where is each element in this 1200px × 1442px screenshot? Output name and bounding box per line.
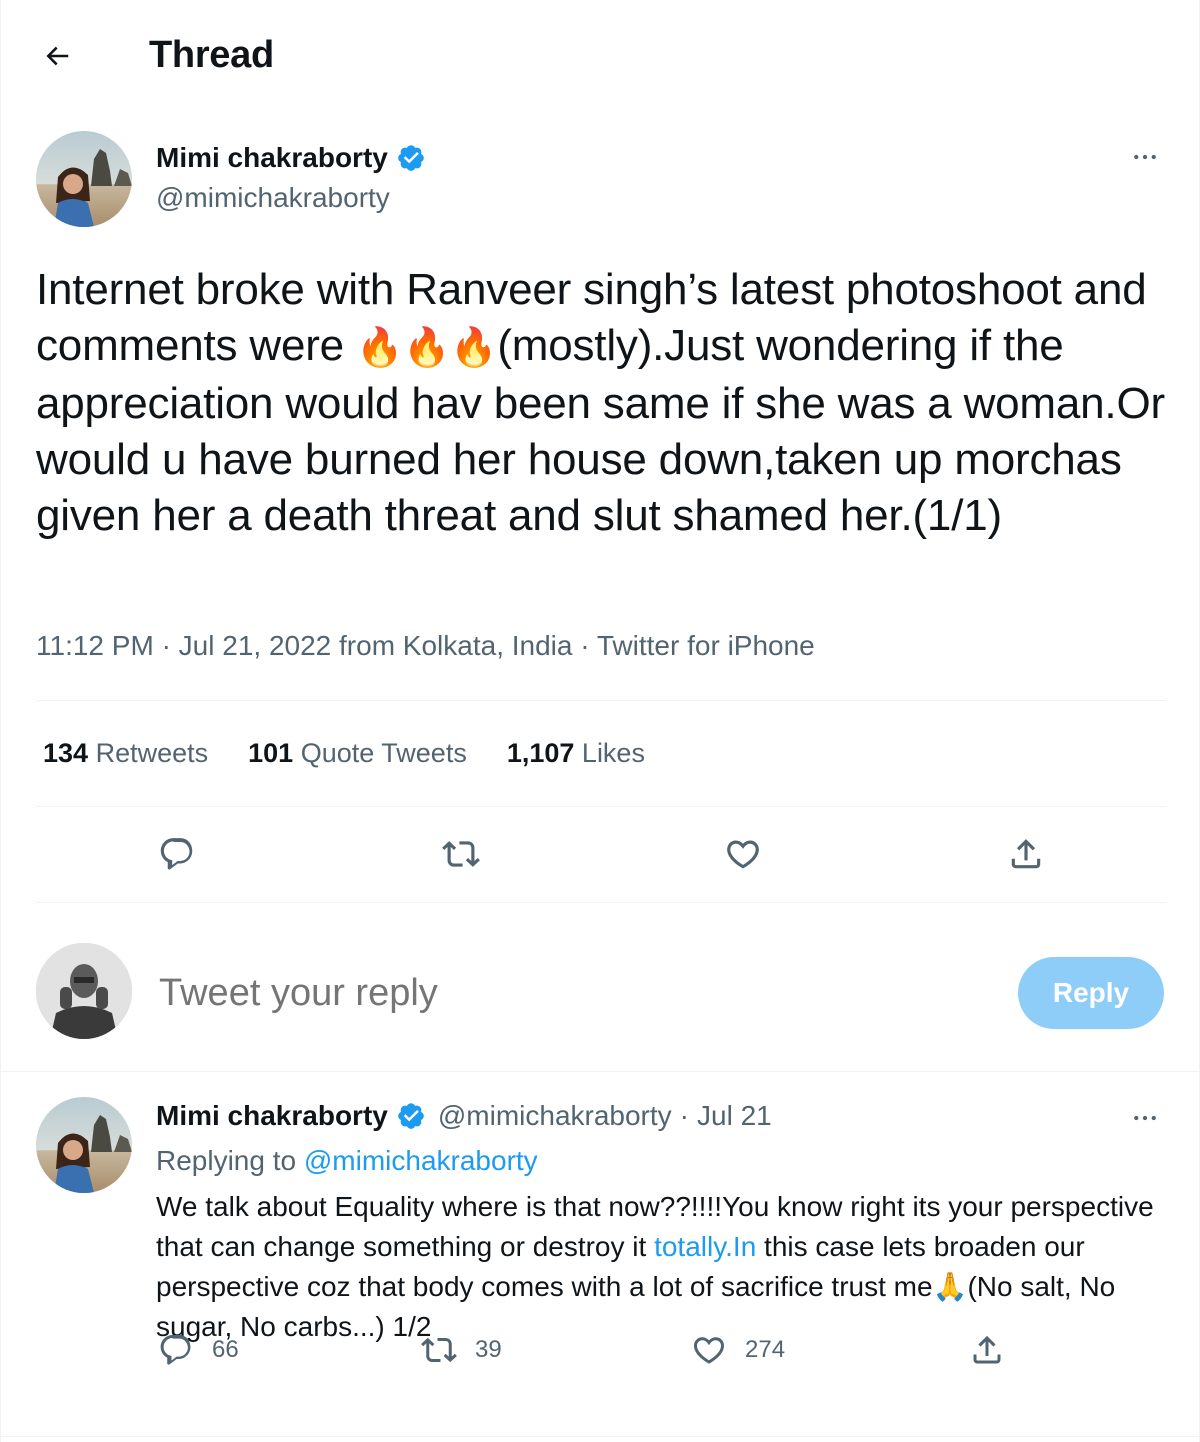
likes-label: Likes — [581, 738, 645, 768]
replies-count: 66 — [212, 1336, 239, 1363]
header: Thread — [1, 0, 1200, 112]
retweets-label: Retweets — [95, 738, 209, 768]
verified-badge-icon — [398, 1103, 424, 1129]
back-button[interactable] — [35, 34, 79, 78]
author-name-row[interactable]: Mimi chakraborty — [156, 142, 426, 174]
retweets-stat[interactable]: 134 Retweets — [43, 738, 208, 769]
tweet-source[interactable]: Twitter for iPhone — [597, 630, 815, 661]
reply-input[interactable] — [159, 966, 979, 1020]
reply-tweet-like-button[interactable]: 274 — [691, 1332, 785, 1368]
meta-separator: · — [580, 630, 597, 661]
meta-separator: · — [679, 1100, 689, 1131]
avatar-photo — [36, 1097, 132, 1193]
section-divider — [1, 1071, 1200, 1072]
reply-author-avatar[interactable] — [36, 1097, 132, 1193]
likes-stat[interactable]: 1,107 Likes — [507, 738, 645, 769]
reply-tweet-header: Mimi chakraborty @mimichakraborty · Jul … — [156, 1100, 772, 1132]
meta-separator: · — [161, 630, 179, 661]
share-icon — [1011, 839, 1041, 869]
likes-count: 274 — [745, 1336, 786, 1363]
retweet-button[interactable] — [439, 832, 483, 876]
quote-count: 101 — [248, 738, 294, 768]
divider — [36, 902, 1166, 903]
reply-button[interactable] — [155, 832, 199, 876]
retweet-icon — [442, 841, 480, 867]
more-options-button[interactable] — [1125, 1098, 1165, 1138]
author-avatar[interactable] — [36, 131, 132, 227]
author-handle[interactable]: @mimichakraborty — [156, 182, 390, 214]
page-title: Thread — [149, 34, 274, 76]
reply-tweet-retweet-button[interactable]: 39 — [421, 1332, 502, 1368]
current-user-avatar[interactable] — [36, 943, 132, 1039]
tweet-text: Internet broke with Ranveer singh’s late… — [36, 262, 1171, 544]
thread-page: Thread Mimi chakraborty @mimichakraborty… — [0, 0, 1200, 1442]
retweets-count: 134 — [43, 738, 89, 768]
replying-to: Replying to @mimichakraborty — [156, 1145, 538, 1177]
tweet-time[interactable]: 11:12 PM — [36, 630, 154, 661]
more-options-button[interactable] — [1125, 137, 1165, 177]
divider — [36, 700, 1166, 701]
quote-tweets-stat[interactable]: 101 Quote Tweets — [248, 738, 467, 769]
retweets-count: 39 — [475, 1336, 502, 1363]
tweet-stats: 134 Retweets 101 Quote Tweets 1,107 Like… — [43, 738, 645, 769]
likes-count: 1,107 — [506, 738, 575, 768]
section-divider — [1, 1436, 1200, 1437]
folded-hands-emoji: 🙏 — [932, 1271, 968, 1302]
share-icon — [973, 1335, 1001, 1364]
heart-icon — [693, 1337, 725, 1364]
reply-date[interactable]: Jul 21 — [697, 1100, 772, 1132]
reply-author-name[interactable]: Mimi chakraborty — [156, 1100, 388, 1132]
like-button[interactable] — [721, 832, 765, 876]
retweet-icon — [421, 1337, 457, 1363]
reply-tweet-actions: 66 39 274 — [1, 1332, 1200, 1378]
verified-badge-icon — [398, 145, 424, 171]
fire-emoji: 🔥🔥🔥 — [355, 327, 498, 369]
avatar-photo — [36, 131, 132, 227]
reply-tweet-reply-button[interactable]: 66 — [158, 1332, 239, 1368]
more-icon — [1134, 1115, 1156, 1121]
reply-submit-button[interactable]: Reply — [1018, 957, 1164, 1029]
tweet-meta: 11:12 PM · Jul 21, 2022 from Kolkata, In… — [36, 630, 815, 662]
tweet-date[interactable]: Jul 21, 2022 — [179, 630, 332, 661]
tweet-actions — [1, 832, 1200, 882]
reply-author-handle[interactable]: @mimichakraborty — [438, 1100, 672, 1132]
heart-icon — [727, 840, 759, 869]
replying-label: Replying to — [156, 1145, 297, 1176]
avatar-photo — [36, 943, 132, 1039]
more-icon — [1134, 154, 1156, 160]
author-name[interactable]: Mimi chakraborty — [156, 142, 388, 174]
reply-tweet-text: We talk about Equality where is that now… — [156, 1187, 1171, 1347]
reply-tweet-share-button[interactable] — [969, 1332, 1005, 1368]
reply-icon — [160, 838, 193, 870]
quote-label: Quote Tweets — [300, 738, 467, 768]
tweet-location: from Kolkata, India — [339, 630, 573, 661]
reply-text-link[interactable]: totally.In — [654, 1231, 756, 1262]
arrow-left-icon — [46, 46, 69, 66]
divider — [36, 806, 1166, 807]
reply-icon — [160, 1335, 191, 1365]
replying-to-mention[interactable]: @mimichakraborty — [304, 1145, 538, 1176]
share-button[interactable] — [1004, 832, 1048, 876]
